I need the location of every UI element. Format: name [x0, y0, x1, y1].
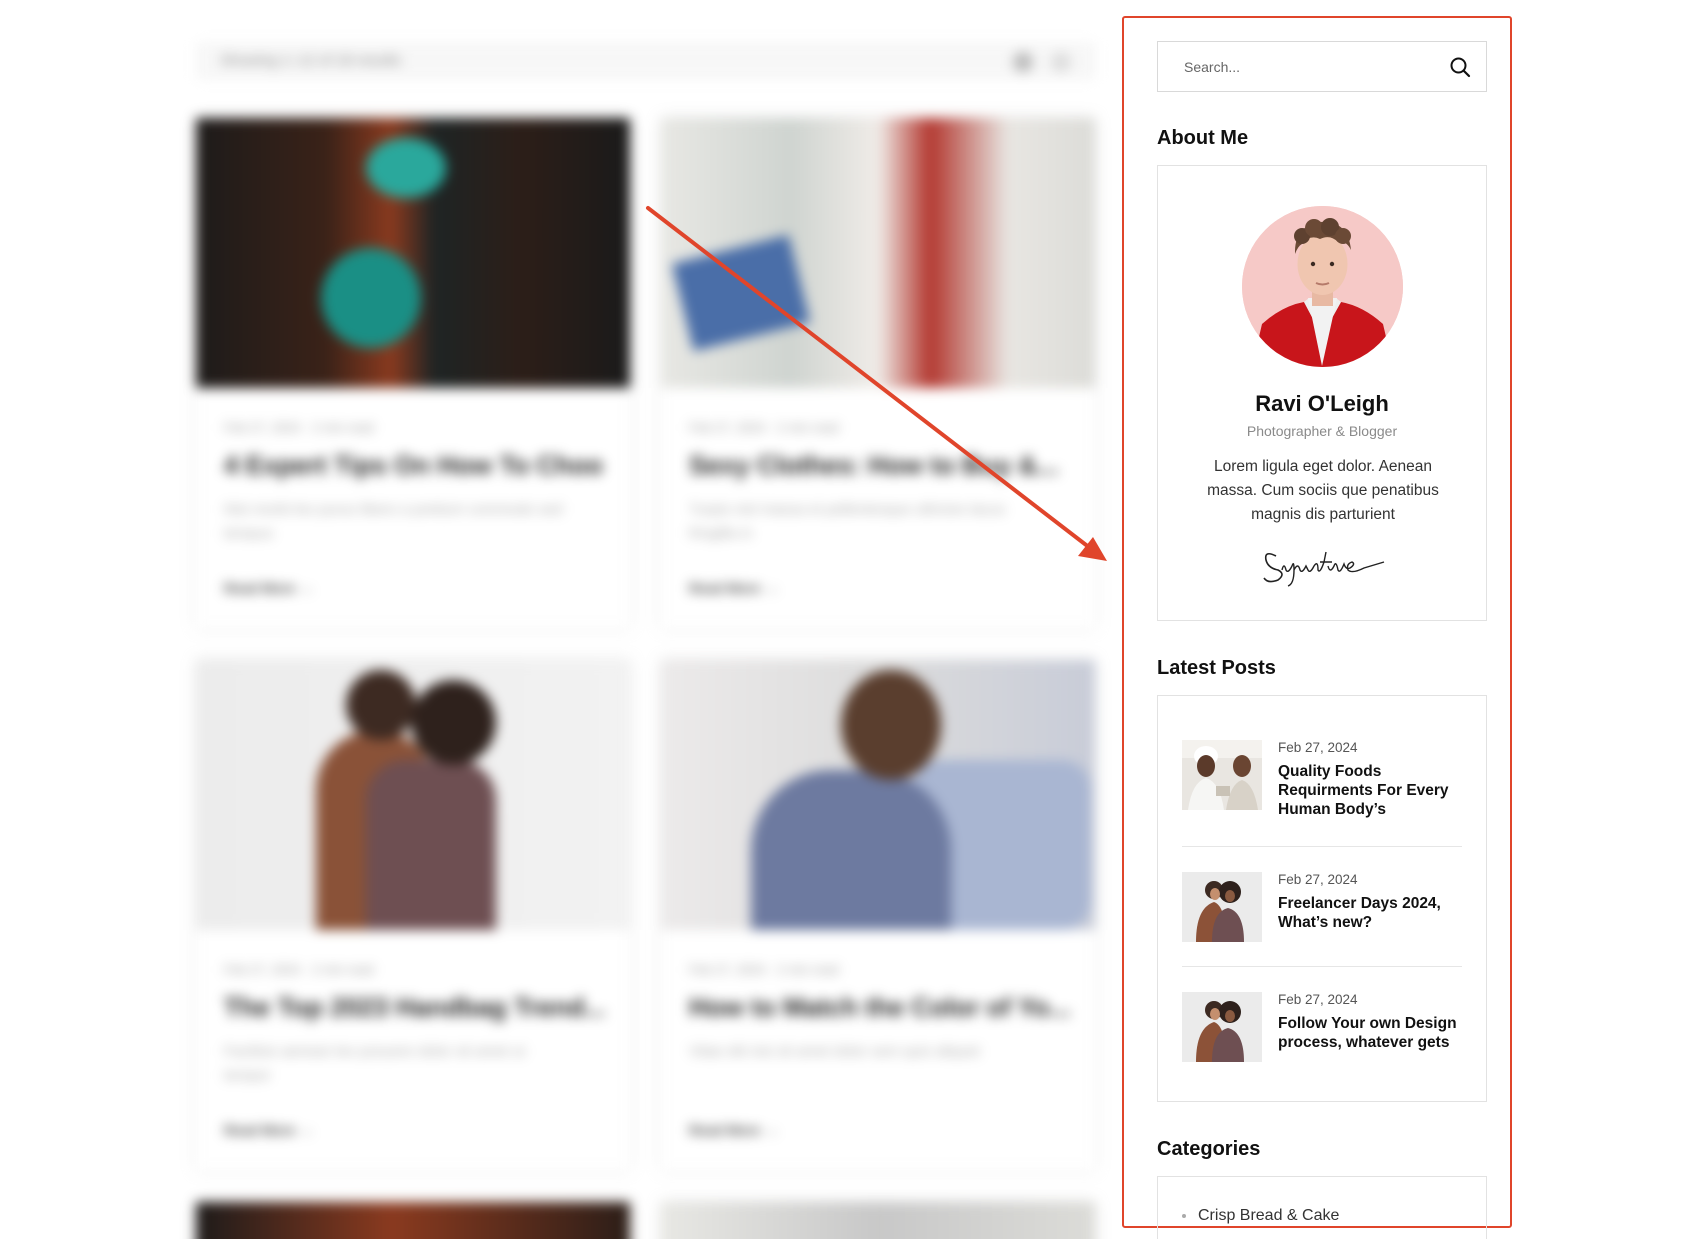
blog-card[interactable] — [661, 1202, 1095, 1239]
list-view-icon[interactable] — [1051, 52, 1071, 72]
blog-card[interactable]: Feb 27, 2024 · 2 min read The Top 2023 H… — [196, 660, 630, 1170]
post-thumbnail[interactable] — [1182, 872, 1262, 942]
card-excerpt: Turpis nisl massa et pellentesque ultric… — [689, 501, 1006, 542]
divider — [1182, 846, 1462, 847]
blog-card[interactable]: Feb 27, 2024 · 2 min read How to Match t… — [661, 660, 1095, 1170]
card-title[interactable]: 4 Expert Tips On How To Choo... — [224, 450, 604, 481]
card-meta: Feb 27, 2024 · 2 min read — [689, 962, 839, 977]
latest-posts-list: Feb 27, 2024 Quality Foods Requirments F… — [1157, 695, 1487, 1102]
blog-grid: Showing 1–12 of 18 results Feb 27, 2024 … — [0, 0, 1120, 1239]
author-name: Ravi O'Leigh — [1255, 391, 1389, 416]
category-label[interactable]: Crisp Bread & Cake — [1198, 1207, 1339, 1224]
about-me-card: Ravi O'Leigh Photographer & Blogger Lore… — [1157, 165, 1487, 621]
card-image[interactable] — [661, 1202, 1095, 1239]
search-icon[interactable] — [1444, 51, 1476, 83]
post-title-link[interactable]: Freelancer Days 2024, What’s new? — [1278, 894, 1468, 932]
card-image[interactable] — [196, 118, 630, 388]
card-excerpt: Vitae elit nisi sit amet dolor sem quis … — [689, 1043, 980, 1060]
category-item[interactable]: Crisp Bread & Cake — [1182, 1207, 1339, 1225]
read-more-link[interactable]: Read More → — [689, 1122, 778, 1138]
read-more-link[interactable]: Read More → — [224, 580, 313, 596]
card-image[interactable] — [196, 1202, 630, 1239]
card-title[interactable]: The Top 2023 Handbag Trend... — [224, 992, 604, 1023]
latest-post-item[interactable]: Feb 27, 2024 Quality Foods Requirments F… — [1182, 740, 1462, 820]
card-excerpt: Nisi morbi leo purus libero a pretium co… — [224, 501, 563, 542]
results-count: Showing 1–12 of 18 results — [220, 52, 401, 69]
card-title[interactable]: How to Match the Color of Yo... — [689, 992, 1069, 1023]
card-image[interactable] — [661, 118, 1095, 388]
about-me-title: About Me — [1157, 127, 1249, 149]
blog-card[interactable]: Feb 27, 2024 · 2 min read Sexy Clothes: … — [661, 118, 1095, 628]
avatar — [1242, 206, 1403, 367]
card-title[interactable]: Sexy Clothes: How to Buy &... — [689, 450, 1069, 481]
post-date: Feb 27, 2024 — [1278, 992, 1358, 1007]
latest-posts-title: Latest Posts — [1157, 657, 1276, 679]
card-image[interactable] — [661, 660, 1095, 930]
categories-title: Categories — [1157, 1138, 1261, 1160]
post-date: Feb 27, 2024 — [1278, 740, 1358, 755]
read-more-link[interactable]: Read More → — [689, 580, 778, 596]
grid-view-icon[interactable] — [1013, 52, 1033, 72]
card-meta: Feb 27, 2024 · 2 min read — [224, 962, 374, 977]
latest-post-item[interactable]: Feb 27, 2024 Follow Your own Design proc… — [1182, 992, 1462, 1072]
search-input[interactable] — [1158, 42, 1438, 91]
blog-card[interactable] — [196, 1202, 630, 1239]
results-bar: Showing 1–12 of 18 results — [196, 42, 1096, 80]
card-meta: Feb 27, 2024 · 2 min read — [224, 420, 374, 435]
post-title-link[interactable]: Follow Your own Design process, whatever… — [1278, 1014, 1468, 1052]
post-thumbnail[interactable] — [1182, 992, 1262, 1062]
post-title-link[interactable]: Quality Foods Requirments For Every Huma… — [1278, 762, 1468, 819]
bullet-icon — [1182, 1213, 1186, 1218]
read-more-link[interactable]: Read More → — [224, 1122, 313, 1138]
card-excerpt: Facilisis aenean leo posuere dolor sit a… — [224, 1043, 525, 1084]
blog-card[interactable]: Feb 27, 2024 · 2 min read 4 Expert Tips … — [196, 118, 630, 628]
search-widget — [1157, 41, 1487, 92]
divider — [1182, 966, 1462, 967]
categories-list: Crisp Bread & Cake — [1157, 1176, 1487, 1239]
post-date: Feb 27, 2024 — [1278, 872, 1358, 887]
signature-image — [1263, 551, 1385, 587]
post-thumbnail[interactable] — [1182, 740, 1262, 810]
latest-post-item[interactable]: Feb 27, 2024 Freelancer Days 2024, What’… — [1182, 872, 1462, 952]
card-image[interactable] — [196, 660, 630, 930]
card-meta: Feb 27, 2024 · 2 min read — [689, 420, 839, 435]
author-role: Photographer & Blogger — [1246, 423, 1398, 439]
sidebar: About Me Ravi O'Leigh Photographer & Blo… — [1157, 41, 1487, 1239]
author-bio: Lorem ligula eget dolor. Aenean massa. C… — [1207, 458, 1439, 523]
